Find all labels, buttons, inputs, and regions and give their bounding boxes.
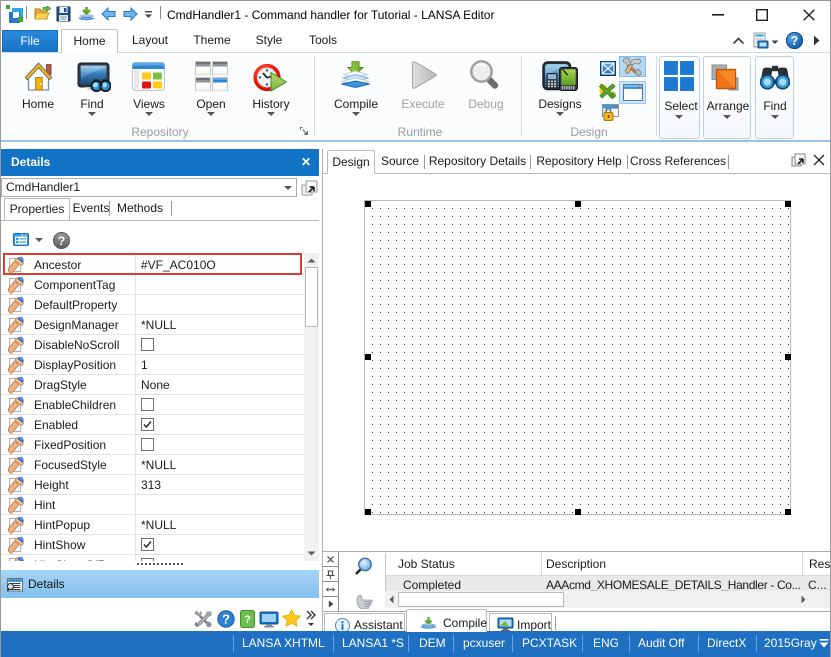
svg-text:?: ? (222, 612, 230, 627)
svg-text:?: ? (244, 614, 251, 626)
svg-text:?: ? (791, 34, 799, 48)
svg-text:?: ? (58, 234, 65, 248)
